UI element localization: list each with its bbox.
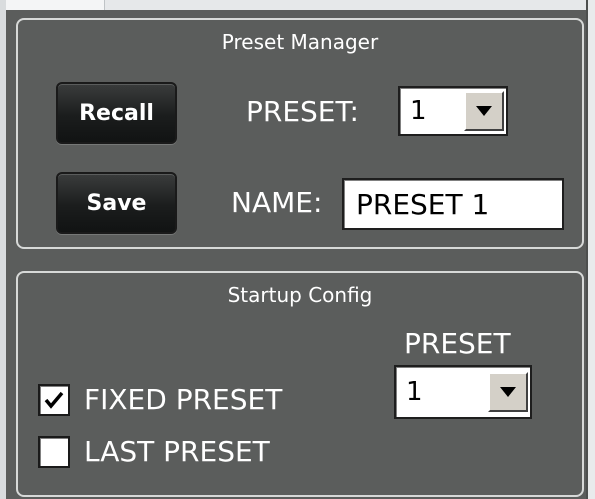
preset-select-value: 1	[410, 96, 427, 126]
fixed-preset-option[interactable]: FIXED PRESET	[38, 383, 282, 416]
save-button[interactable]: Save	[56, 172, 177, 234]
startup-preset-select[interactable]: 1	[394, 365, 532, 419]
dropdown-arrow-icon[interactable]	[488, 372, 528, 412]
dropdown-arrow-icon[interactable]	[464, 91, 504, 131]
last-preset-label: LAST PRESET	[84, 435, 270, 468]
startup-config-group: Startup Config PRESET 1 FIXED PRESET LAS…	[16, 271, 584, 497]
fixed-preset-label: FIXED PRESET	[84, 383, 283, 416]
fixed-preset-checkbox[interactable]	[38, 383, 70, 416]
preset-manager-group: Preset Manager Recall PRESET: 1 Save NAM…	[16, 18, 584, 249]
preset-label: PRESET:	[246, 95, 359, 128]
startup-preset-select-value: 1	[406, 377, 423, 407]
startup-preset-label: PRESET	[404, 327, 511, 360]
last-preset-checkbox[interactable]	[38, 435, 70, 468]
window-right-edge	[588, 0, 595, 499]
startup-config-title: Startup Config	[227, 283, 373, 307]
preset-select[interactable]: 1	[398, 86, 508, 136]
preset-manager-title: Preset Manager	[221, 30, 379, 54]
preset-name-input[interactable]: PRESET 1	[342, 178, 564, 230]
window-top-strip	[0, 0, 595, 10]
window-left-edge	[0, 0, 6, 499]
last-preset-option[interactable]: LAST PRESET	[38, 435, 270, 468]
recall-button[interactable]: Recall	[56, 82, 177, 144]
window-tab-notch	[0, 0, 105, 10]
name-label: NAME:	[231, 186, 323, 219]
checkmark-icon	[44, 391, 64, 409]
